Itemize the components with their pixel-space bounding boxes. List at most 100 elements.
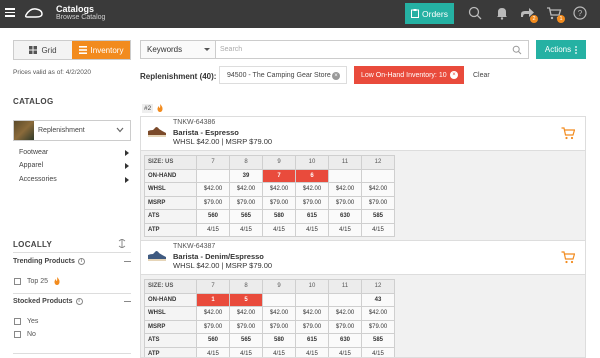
- store-filter-chip[interactable]: 94500 - The Camping Gear Store ×: [219, 66, 347, 84]
- inventory-view-button[interactable]: Inventory: [72, 41, 130, 59]
- msrp-row: MSRP $79.00 $79.00 $79.00 $79.00 $79.00 …: [144, 319, 395, 334]
- onhand-filter-chip[interactable]: Low On-Hand Inventory: 10 ×: [354, 66, 464, 84]
- row-label: WHSL: [144, 182, 197, 197]
- atp-cell: 4/15: [196, 346, 230, 357]
- product-name[interactable]: Barista - Espresso: [173, 128, 239, 137]
- add-to-cart-icon[interactable]: [561, 127, 575, 140]
- whsl-cell: $42.00: [262, 306, 296, 321]
- flame-icon: [157, 104, 163, 112]
- product-header: TNKW-64387 Barista - Denim/Espresso WHSL…: [141, 241, 585, 274]
- chevron-right-icon: [125, 150, 129, 156]
- product-thumbnail[interactable]: [147, 125, 167, 138]
- size-cell: 12: [361, 279, 395, 294]
- ats-cell: 580: [262, 209, 296, 224]
- minus-icon[interactable]: [124, 261, 131, 262]
- whsl-row: WHSL $42.00 $42.00 $42.00 $42.00 $42.00 …: [144, 306, 395, 321]
- whsl-cell: $42.00: [361, 182, 395, 197]
- stocked-yes-option[interactable]: Yes: [14, 318, 38, 325]
- bell-icon[interactable]: [494, 5, 510, 21]
- product-card: TNKW-64386 Barista - Espresso WHSL $42.0…: [140, 116, 586, 242]
- onhand-cell-low: 5: [229, 292, 263, 307]
- help-icon[interactable]: ?: [572, 5, 588, 21]
- atp-row: ATP 4/15 4/15 4/15 4/15 4/15 4/15: [144, 346, 395, 357]
- atp-cell: 4/15: [295, 346, 329, 357]
- stocked-yes-checkbox[interactable]: [14, 318, 21, 325]
- sidebar-item-label: Footwear: [19, 149, 49, 156]
- info-icon[interactable]: i: [77, 258, 85, 265]
- menu-icon[interactable]: [5, 8, 15, 17]
- add-to-cart-icon[interactable]: [561, 251, 575, 264]
- search-input[interactable]: Search: [216, 40, 529, 59]
- atp-cell: 4/15: [229, 222, 263, 237]
- msrp-row: MSRP $79.00 $79.00 $79.00 $79.00 $79.00 …: [144, 195, 395, 210]
- whsl-cell: $42.00: [295, 306, 329, 321]
- search-scope-value: Keywords: [147, 45, 183, 54]
- whsl-cell: $42.00: [229, 306, 263, 321]
- ats-row: ATS 560 565 580 615 630 585: [144, 333, 395, 348]
- brand-logo-icon[interactable]: [24, 6, 44, 20]
- caret-down-icon: [204, 48, 210, 51]
- onhand-row: ON-HAND 1 5 43: [144, 292, 395, 307]
- row-label: WHSL: [144, 306, 197, 321]
- sidebar-item-footwear[interactable]: Footwear: [19, 149, 129, 156]
- stocked-no-checkbox[interactable]: [14, 331, 21, 338]
- catalog-heading: CATALOG: [13, 97, 54, 106]
- whsl-cell: $42.00: [361, 306, 395, 321]
- divider: [13, 293, 131, 294]
- size-cell: 8: [229, 279, 263, 294]
- top25-option[interactable]: Top 25: [14, 277, 60, 285]
- product-price: WHSL $42.00 | MSRP $79.00: [173, 137, 273, 146]
- stocked-yes-label: Yes: [27, 318, 39, 325]
- atp-row: ATP 4/15 4/15 4/15 4/15 4/15 4/15: [144, 222, 395, 237]
- product-thumbnail[interactable]: [147, 249, 167, 262]
- shipments-button[interactable]: 2: [519, 5, 538, 23]
- msrp-cell: $79.00: [196, 319, 230, 334]
- info-icon[interactable]: i: [75, 298, 83, 305]
- top25-checkbox[interactable]: [14, 277, 21, 285]
- flame-icon: [54, 277, 60, 285]
- size-cell: 10: [295, 155, 329, 170]
- close-icon[interactable]: ×: [332, 72, 340, 80]
- grid-icon: [29, 46, 38, 54]
- atp-cell: 4/15: [328, 346, 362, 357]
- atp-cell: 4/15: [262, 346, 296, 357]
- product-name[interactable]: Barista - Denim/Espresso: [173, 252, 264, 261]
- sidebar-item-apparel[interactable]: Apparel: [19, 162, 129, 169]
- sidebar-item-accessories[interactable]: Accessories: [19, 176, 129, 183]
- search-scope-select[interactable]: Keywords: [140, 40, 216, 59]
- row-label: ATS: [144, 209, 197, 224]
- close-icon[interactable]: ×: [450, 71, 458, 79]
- grid-view-button[interactable]: Grid: [14, 41, 72, 59]
- ats-cell: 585: [361, 209, 395, 224]
- whsl-row: WHSL $42.00 $42.00 $42.00 $42.00 $42.00 …: [144, 182, 395, 197]
- onhand-cell: 43: [361, 292, 395, 307]
- ats-cell: 585: [361, 333, 395, 348]
- orders-button[interactable]: Orders: [405, 3, 454, 24]
- msrp-cell: $79.00: [328, 195, 362, 210]
- catalog-select[interactable]: Replenishment: [13, 120, 131, 141]
- search-icon[interactable]: [467, 5, 483, 21]
- trending-products-filter[interactable]: Trending Products i: [13, 258, 131, 265]
- sidebar-item-label: Accessories: [19, 176, 57, 183]
- collapse-icon[interactable]: [118, 239, 126, 248]
- actions-button[interactable]: Actions: [536, 40, 586, 59]
- product-header: TNKW-64386 Barista - Espresso WHSL $42.0…: [141, 117, 585, 150]
- atp-cell: 4/15: [262, 222, 296, 237]
- stocked-no-label: No: [27, 331, 36, 338]
- view-toggle: Grid Inventory: [13, 40, 131, 60]
- rank-tag: #2: [142, 104, 154, 113]
- clear-filters-link[interactable]: Clear: [473, 72, 490, 79]
- grid-view-label: Grid: [41, 45, 57, 55]
- ats-row: ATS 560 565 580 615 630 585: [144, 209, 395, 224]
- cart-badge: 1: [557, 15, 565, 23]
- minus-icon[interactable]: [124, 301, 131, 302]
- search-placeholder: Search: [220, 46, 243, 53]
- search-icon[interactable]: [512, 45, 522, 55]
- list-icon: [78, 46, 87, 54]
- atp-cell: 4/15: [328, 222, 362, 237]
- stocked-products-filter[interactable]: Stocked Products i: [13, 298, 131, 305]
- size-cell: 11: [328, 155, 362, 170]
- sidebar-item-label: Apparel: [19, 162, 44, 169]
- stocked-no-option[interactable]: No: [14, 331, 36, 338]
- cart-button[interactable]: 1: [546, 5, 565, 23]
